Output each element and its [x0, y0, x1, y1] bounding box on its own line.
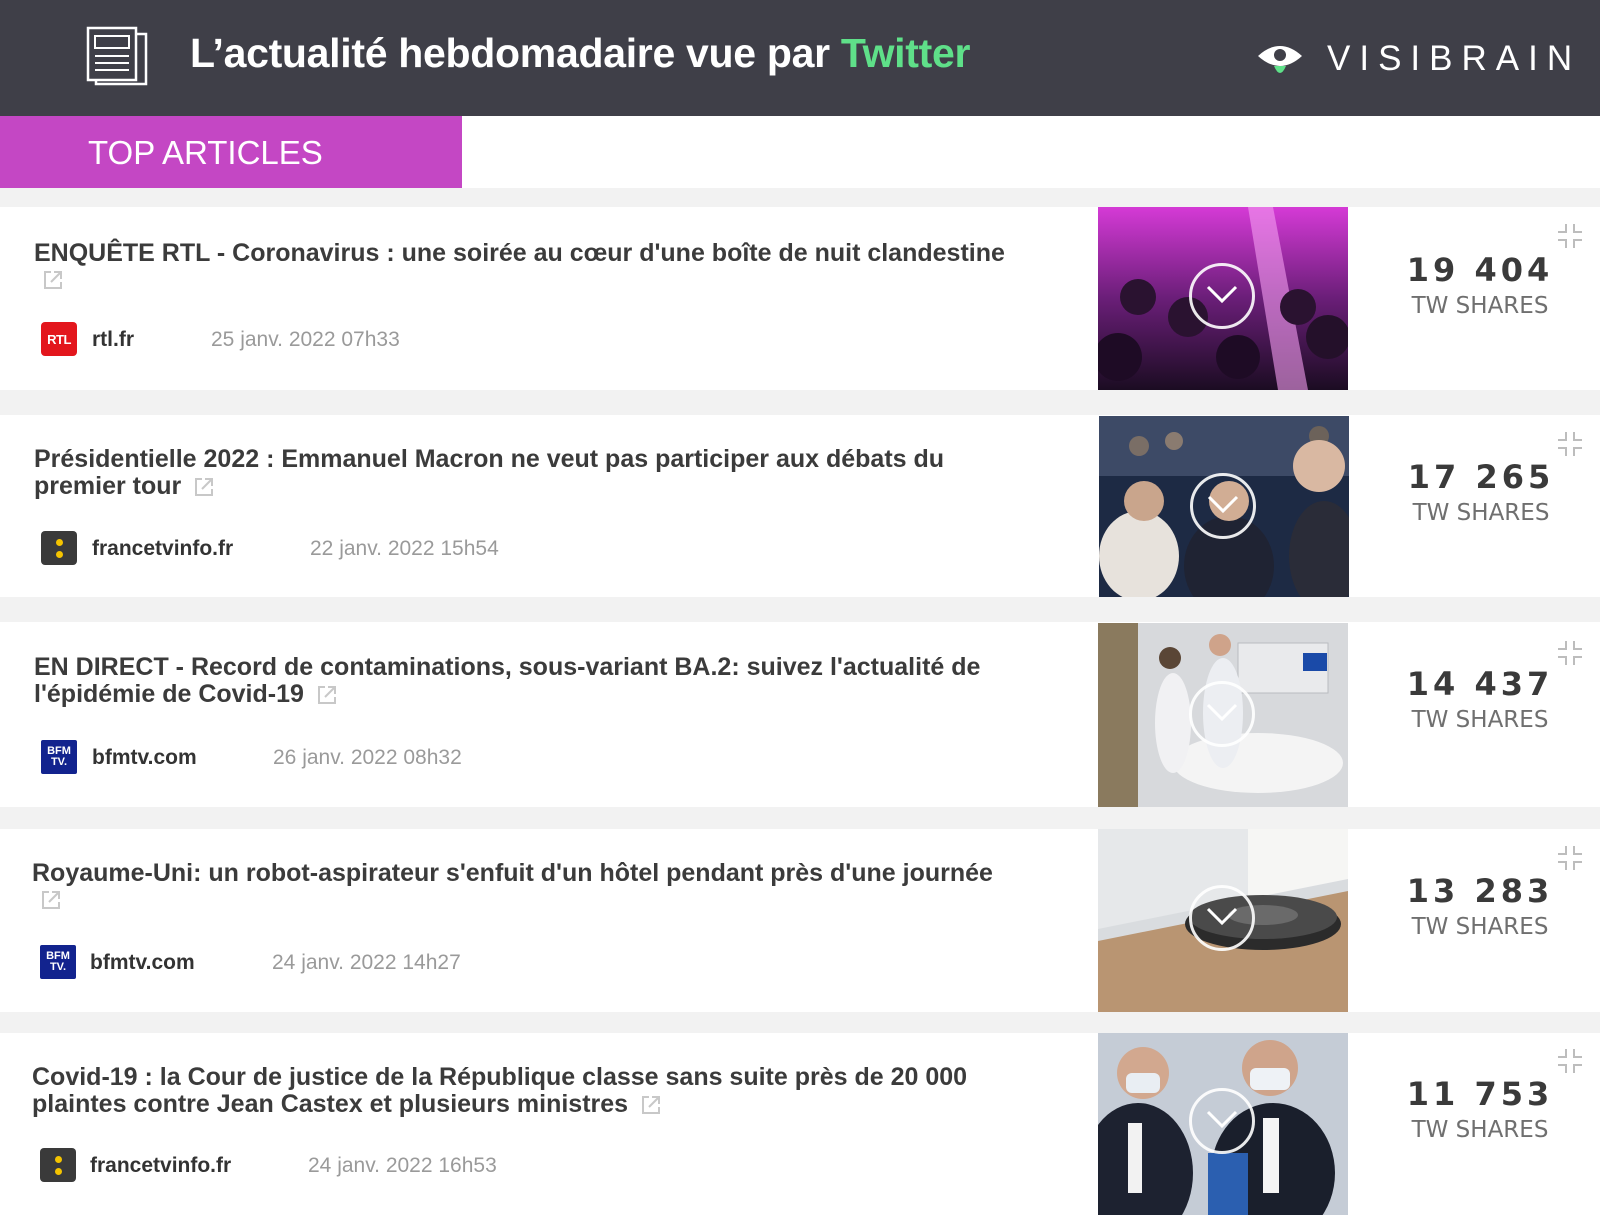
- chevron-down-icon: [1206, 907, 1238, 926]
- source-name: bfmtv.com: [90, 951, 195, 974]
- source-name: bfmtv.com: [92, 746, 197, 769]
- share-count: 17 265 TW SHARES: [1381, 458, 1581, 526]
- chevron-down-icon: [1206, 285, 1238, 304]
- article-title-text[interactable]: ENQUÊTE RTL - Coronavirus : une soirée a…: [34, 239, 1005, 267]
- share-count: 19 404 TW SHARES: [1380, 251, 1580, 319]
- bfmtv-logo: BFM TV.: [41, 740, 77, 774]
- collapse-icon[interactable]: [1556, 639, 1584, 667]
- eye-logo-icon: [1258, 46, 1302, 73]
- article-card[interactable]: Présidentielle 2022 : Emmanuel Macron ne…: [0, 415, 1600, 597]
- title-accent: Twitter: [840, 30, 971, 76]
- header-bar: L’actualité hebdomadaire vue par Twitter…: [0, 0, 1600, 116]
- share-label: TW SHARES: [1411, 914, 1549, 940]
- article-title-text[interactable]: Royaume-Uni: un robot-aspirateur s'enfui…: [32, 859, 993, 887]
- expand-chevron-button[interactable]: [1190, 473, 1256, 539]
- source-name: francetvinfo.fr: [92, 537, 234, 560]
- rtl-logo: RTL: [41, 322, 77, 356]
- external-link-icon[interactable]: [40, 889, 62, 911]
- article-card[interactable]: Royaume-Uni: un robot-aspirateur s'enfui…: [0, 829, 1600, 1012]
- section-tab-top-articles: TOP ARTICLES: [0, 116, 462, 188]
- external-link-icon[interactable]: [640, 1094, 662, 1116]
- collapse-icon[interactable]: [1556, 222, 1584, 250]
- expand-chevron-button[interactable]: [1189, 681, 1255, 747]
- article-card[interactable]: Covid-19 : la Cour de justice de la Répu…: [0, 1033, 1600, 1215]
- collapse-icon[interactable]: [1556, 1047, 1584, 1075]
- article-thumbnail[interactable]: [1098, 207, 1348, 390]
- article-thumbnail[interactable]: [1099, 416, 1349, 597]
- share-count: 11 753 TW SHARES: [1380, 1075, 1580, 1143]
- publish-date: 24 janv. 2022 16h53: [308, 1154, 497, 1177]
- publish-date: 24 janv. 2022 14h27: [272, 951, 461, 974]
- publish-date: 26 janv. 2022 08h32: [273, 746, 462, 769]
- section-strip: [462, 116, 1600, 188]
- source-name: francetvinfo.fr: [90, 1154, 232, 1177]
- page-title: L’actualité hebdomadaire vue par Twitter: [190, 30, 970, 77]
- share-count: 14 437 TW SHARES: [1380, 665, 1580, 733]
- article-title[interactable]: ENQUÊTE RTL - Coronavirus : une soirée a…: [34, 240, 1034, 291]
- publish-date: 22 janv. 2022 15h54: [310, 537, 499, 560]
- expand-chevron-button[interactable]: [1189, 263, 1255, 329]
- article-title-text[interactable]: Présidentielle 2022 : Emmanuel Macron ne…: [34, 445, 944, 500]
- external-link-icon[interactable]: [316, 684, 338, 706]
- external-link-icon[interactable]: [193, 476, 215, 498]
- article-title[interactable]: EN DIRECT - Record de contaminations, so…: [34, 654, 1034, 708]
- section-label: TOP ARTICLES: [88, 134, 323, 171]
- article-card[interactable]: EN DIRECT - Record de contaminations, so…: [0, 622, 1600, 807]
- expand-chevron-button[interactable]: [1189, 1088, 1255, 1154]
- share-number: 17 265: [1407, 458, 1555, 496]
- bfmtv-logo: BFM TV.: [40, 945, 76, 979]
- share-label: TW SHARES: [1411, 707, 1549, 733]
- visibrain-logo[interactable]: VISIBRAIN: [1256, 38, 1572, 82]
- publish-date: 25 janv. 2022 07h33: [211, 328, 400, 351]
- share-label: TW SHARES: [1411, 1117, 1549, 1143]
- share-number: 13 283: [1406, 872, 1554, 910]
- expand-chevron-button[interactable]: [1189, 885, 1255, 951]
- brand-name: VISIBRAIN: [1327, 39, 1582, 78]
- article-title[interactable]: Présidentielle 2022 : Emmanuel Macron ne…: [34, 446, 1034, 500]
- article-title[interactable]: Covid-19 : la Cour de justice de la Répu…: [32, 1064, 1032, 1118]
- source-name: rtl.fr: [92, 328, 134, 351]
- article-thumbnail[interactable]: [1098, 829, 1348, 1012]
- francetvinfo-logo: [40, 1148, 76, 1182]
- title-text: L’actualité hebdomadaire vue par: [190, 30, 841, 76]
- article-thumbnail[interactable]: [1098, 1033, 1348, 1215]
- article-thumbnail[interactable]: [1098, 623, 1348, 807]
- chevron-down-icon: [1207, 495, 1239, 514]
- share-number: 14 437: [1406, 665, 1554, 703]
- chevron-down-icon: [1206, 1110, 1238, 1129]
- share-number: 19 404: [1406, 251, 1554, 289]
- newspaper-icon: [86, 26, 148, 86]
- share-label: TW SHARES: [1411, 293, 1549, 319]
- external-link-icon[interactable]: [42, 269, 64, 291]
- collapse-icon[interactable]: [1556, 430, 1584, 458]
- collapse-icon[interactable]: [1556, 844, 1584, 872]
- share-count: 13 283 TW SHARES: [1380, 872, 1580, 940]
- article-card[interactable]: ENQUÊTE RTL - Coronavirus : une soirée a…: [0, 207, 1600, 390]
- share-number: 11 753: [1406, 1075, 1554, 1113]
- share-label: TW SHARES: [1412, 500, 1550, 526]
- chevron-down-icon: [1206, 703, 1238, 722]
- francetvinfo-logo: [41, 531, 77, 565]
- article-title-text[interactable]: EN DIRECT - Record de contaminations, so…: [34, 653, 980, 708]
- article-title-text[interactable]: Covid-19 : la Cour de justice de la Répu…: [32, 1063, 967, 1118]
- article-title[interactable]: Royaume-Uni: un robot-aspirateur s'enfui…: [32, 860, 1032, 911]
